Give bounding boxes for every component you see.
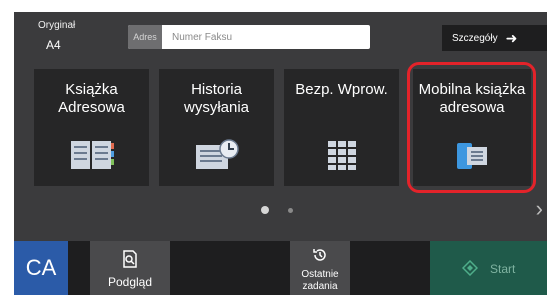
history-icon	[312, 247, 328, 268]
start-diamond-icon	[461, 259, 479, 279]
selection-highlight-frame	[407, 62, 536, 193]
address-bar: Adres	[128, 25, 370, 49]
details-button[interactable]: Szczegóły ➜	[442, 25, 547, 51]
tile-send-history[interactable]: Historia wysyłania	[159, 69, 274, 186]
recent-jobs-button[interactable]: Ostatnie zadania	[290, 241, 350, 295]
preview-button-label: Podgląd	[107, 275, 153, 289]
address-book-icon	[69, 139, 115, 176]
address-button[interactable]: Adres	[128, 25, 162, 49]
arrow-right-icon: ➜	[505, 30, 518, 46]
fax-number-input[interactable]	[162, 25, 368, 49]
tile-address-book[interactable]: Książka Adresowa	[34, 69, 149, 186]
preview-button[interactable]: Podgląd	[90, 241, 170, 295]
send-history-icon	[194, 139, 240, 176]
tile-label: Historia wysyłania	[183, 81, 250, 116]
tile-label: Książka Adresowa	[58, 81, 125, 116]
fax-home-screen: Oryginał A4 Adres Szczegóły ➜ Książka Ad…	[14, 12, 547, 295]
page-indicator-active	[261, 206, 269, 214]
original-size-value[interactable]: A4	[46, 38, 61, 52]
start-button-label: Start	[490, 262, 516, 276]
bottom-action-bar: CA Podgląd Ostatnie zadania Start	[14, 241, 547, 295]
start-button[interactable]: Start	[430, 241, 547, 295]
chevron-right-icon[interactable]: ›	[536, 198, 543, 220]
keypad-icon	[326, 139, 358, 176]
tile-direct-entry[interactable]: Bezp. Wprow.	[284, 69, 399, 186]
clear-all-button[interactable]: CA	[14, 241, 68, 295]
details-button-label: Szczegóły	[452, 32, 498, 44]
preview-icon	[120, 249, 140, 274]
page-indicator[interactable]	[288, 208, 293, 213]
tile-label: Bezp. Wprow.	[295, 81, 388, 98]
original-label: Oryginał	[38, 20, 76, 31]
recent-jobs-label: Ostatnie zadania	[301, 269, 339, 292]
